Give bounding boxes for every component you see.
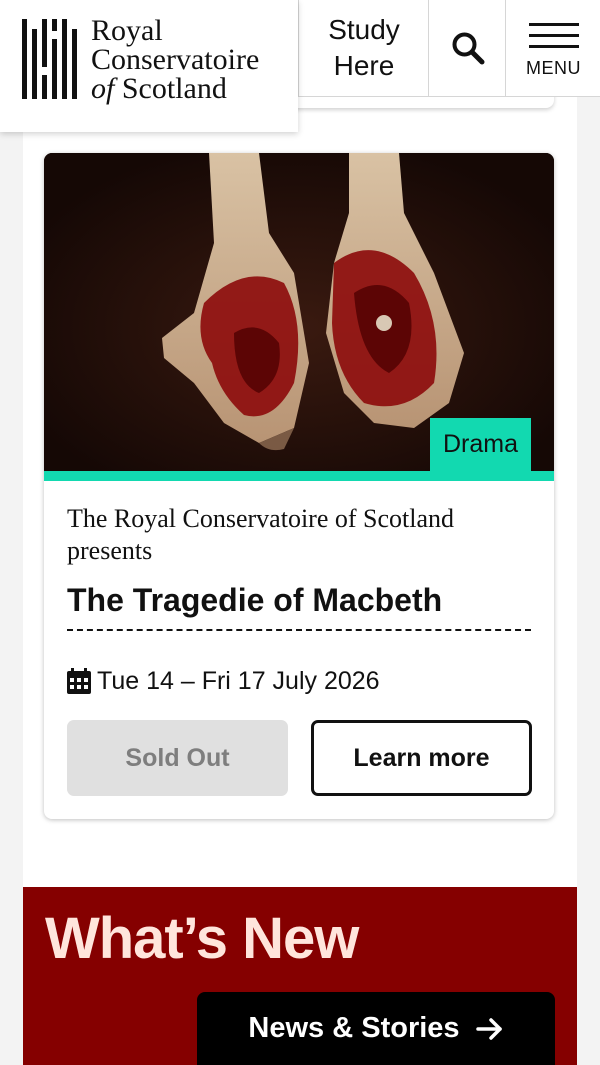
study-here-line1: Study [328,14,400,45]
event-date-row: Tue 14 – Fri 17 July 2026 [67,665,380,697]
whats-new-section: What’s New News & Stories [23,887,577,1065]
logo-scotland: Scotland [114,72,227,105]
learn-more-button[interactable]: Learn more [311,720,532,796]
study-here-link[interactable]: Study Here [298,0,429,96]
event-presenter: The Royal Conservatoire of Scotland pres… [67,504,455,565]
news-stories-label: News & Stories [248,1012,460,1044]
arrow-right-icon [475,1017,502,1040]
logo-line-scotland: of Scotland [91,72,259,105]
event-date: Tue 14 – Fri 17 July 2026 [97,666,380,695]
logo-of: of [91,72,115,105]
hamburger-menu-icon [529,23,579,49]
logo-wordmark: Royal Conservatoire of Scotland [91,14,260,105]
category-accent-strip [44,471,554,481]
whats-new-heading: What’s New [45,906,359,971]
logo-line-conservatoire: Conservatoire [91,43,260,76]
rcs-logo-mark-icon [22,19,77,99]
logo-line-royal: Royal [91,14,163,47]
calendar-icon [67,668,91,694]
title-divider [67,629,531,631]
site-logo[interactable]: Royal Conservatoire of Scotland [0,0,298,132]
menu-label: MENU [526,58,581,78]
sold-out-button: Sold Out [67,720,288,796]
search-icon [452,32,484,65]
category-tag[interactable]: Drama [430,418,531,471]
event-title[interactable]: The Tragedie of Macbeth [67,581,537,619]
news-stories-button[interactable]: News & Stories [197,992,555,1065]
menu-button[interactable]: MENU [505,0,600,96]
search-button[interactable] [428,0,506,96]
study-here-line2: Here [333,50,395,81]
event-card[interactable]: Drama The Royal Conservatoire of Scotlan… [44,153,554,819]
